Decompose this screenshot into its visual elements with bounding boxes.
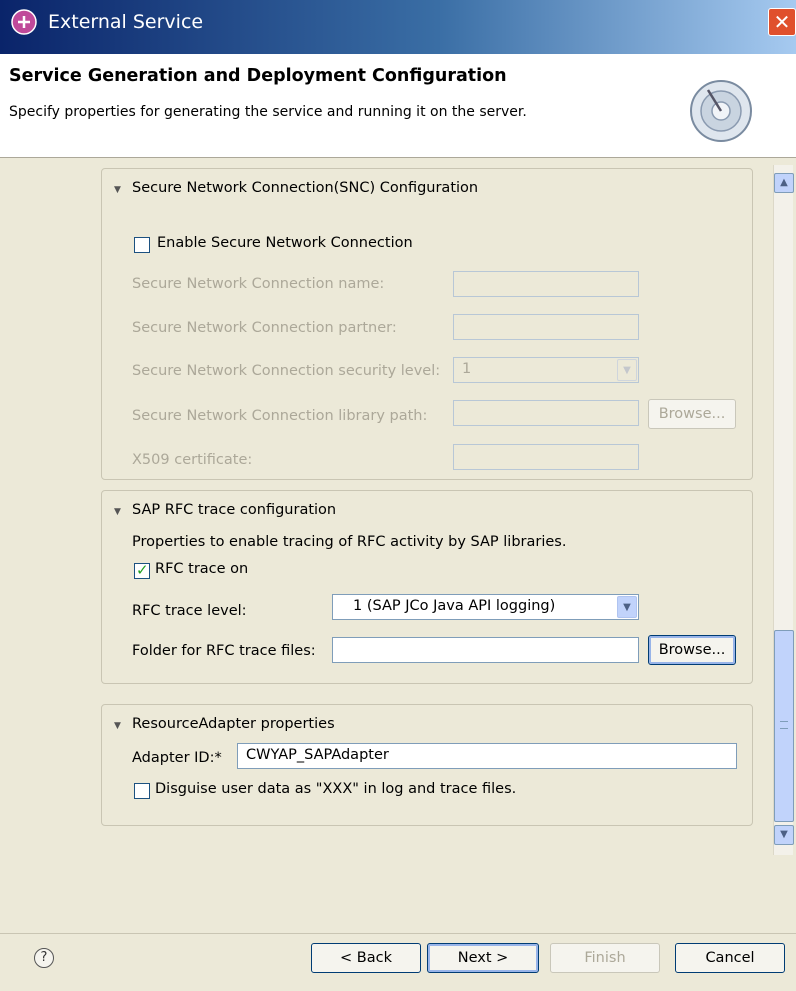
trace-description: Properties to enable tracing of RFC acti… (132, 534, 567, 550)
dropdown-arrow-icon[interactable]: ▼ (617, 359, 637, 381)
snc-browse-button[interactable]: Browse... (648, 399, 736, 429)
ra-heading: ResourceAdapter properties (132, 716, 335, 732)
cancel-button[interactable]: Cancel (675, 943, 785, 973)
snc-library-field[interactable] (453, 400, 639, 426)
footer-separator (0, 933, 796, 934)
rfc-level-select[interactable]: 1 (SAP JCo Java API logging) ▼ (332, 594, 639, 620)
snc-level-label: Secure Network Connection security level… (132, 363, 441, 379)
window-title: External Service (48, 11, 204, 33)
finish-button[interactable]: Finish (550, 943, 660, 973)
close-icon: ✕ (773, 10, 791, 34)
wizard-window: External Service ✕ Service Generation an… (0, 0, 796, 991)
collapse-arrow-icon[interactable]: ▼ (114, 185, 124, 195)
ra-section-header[interactable]: ▼ ResourceAdapter properties (114, 716, 335, 732)
vertical-scrollbar[interactable]: ▲ ▼ (773, 165, 794, 855)
x509-field[interactable] (453, 444, 639, 470)
snc-name-field[interactable] (453, 271, 639, 297)
rfc-browse-button[interactable]: Browse... (648, 635, 736, 665)
page-title: Service Generation and Deployment Config… (9, 66, 507, 86)
adapter-id-field[interactable]: CWYAP_SAPAdapter (237, 743, 737, 769)
title-bar[interactable]: External Service ✕ (0, 0, 796, 54)
x509-label: X509 certificate: (132, 452, 253, 468)
collapse-arrow-icon[interactable]: ▼ (114, 507, 124, 517)
rfc-level-label: RFC trace level: (132, 603, 247, 619)
collapse-arrow-icon[interactable]: ▼ (114, 721, 124, 731)
app-icon (11, 9, 37, 35)
snc-name-label: Secure Network Connection name: (132, 276, 385, 292)
help-icon[interactable]: ? (34, 948, 54, 968)
check-icon: ✓ (136, 561, 149, 579)
wizard-header: Service Generation and Deployment Config… (0, 54, 796, 158)
rfc-trace-on-checkbox[interactable]: ✓ (134, 561, 150, 579)
adapter-id-label: Adapter ID:* (132, 750, 222, 766)
rfc-folder-field[interactable] (332, 637, 639, 663)
trace-section-header[interactable]: ▼ SAP RFC trace configuration (114, 502, 336, 518)
wizard-graphic-icon (690, 80, 752, 142)
snc-section-header[interactable]: ▼ Secure Network Connection(SNC) Configur… (114, 180, 478, 196)
enable-snc-checkbox[interactable] (134, 237, 150, 253)
snc-level-select[interactable]: 1 ▼ (453, 357, 639, 383)
page-description: Specify properties for generating the se… (9, 104, 527, 120)
rfc-trace-on-label: RFC trace on (155, 561, 249, 577)
scroll-down-icon[interactable]: ▼ (774, 825, 794, 845)
snc-partner-field[interactable] (453, 314, 639, 340)
snc-partner-label: Secure Network Connection partner: (132, 320, 397, 336)
dropdown-arrow-icon[interactable]: ▼ (617, 596, 637, 618)
back-button[interactable]: < Back (311, 943, 421, 973)
scroll-up-icon[interactable]: ▲ (774, 173, 794, 193)
disguise-label: Disguise user data as "XXX" in log and t… (155, 781, 517, 797)
snc-heading: Secure Network Connection(SNC) Configura… (132, 180, 479, 196)
next-button[interactable]: Next > (427, 943, 539, 973)
thumb-grip-icon (780, 721, 788, 729)
trace-heading: SAP RFC trace configuration (132, 502, 337, 518)
enable-snc-label: Enable Secure Network Connection (157, 235, 413, 251)
disguise-checkbox[interactable] (134, 783, 150, 799)
rfc-folder-label: Folder for RFC trace files: (132, 643, 316, 659)
scroll-thumb[interactable] (774, 630, 794, 822)
close-button[interactable]: ✕ (768, 8, 796, 36)
snc-library-label: Secure Network Connection library path: (132, 408, 428, 424)
